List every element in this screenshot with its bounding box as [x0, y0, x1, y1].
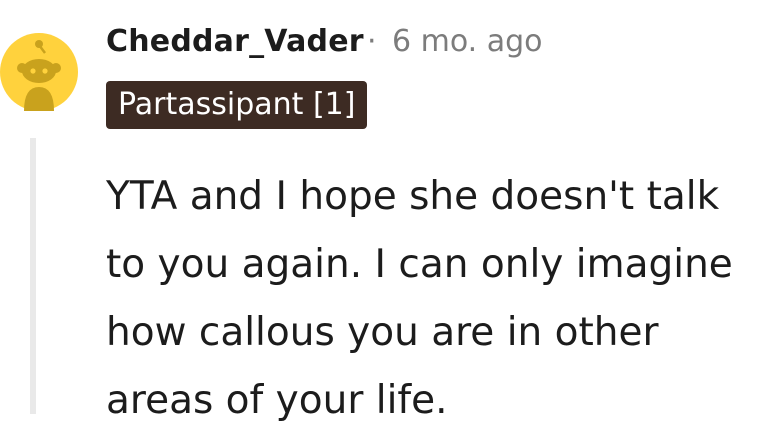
comment-body: YTA and I hope she doesn't talk to you a…	[106, 174, 733, 423]
meta-separator: ·	[367, 24, 377, 59]
user-avatar-icon[interactable]	[0, 31, 78, 113]
user-flair-badge: Partassipant [1]	[106, 81, 368, 129]
comment-author[interactable]: Cheddar_Vader	[106, 24, 364, 59]
thread-line[interactable]	[30, 138, 36, 414]
comment: Cheddar_Vader · 6 mo. ago Partassipant […	[0, 0, 767, 423]
comment-timestamp[interactable]: 6 mo. ago	[392, 24, 543, 59]
